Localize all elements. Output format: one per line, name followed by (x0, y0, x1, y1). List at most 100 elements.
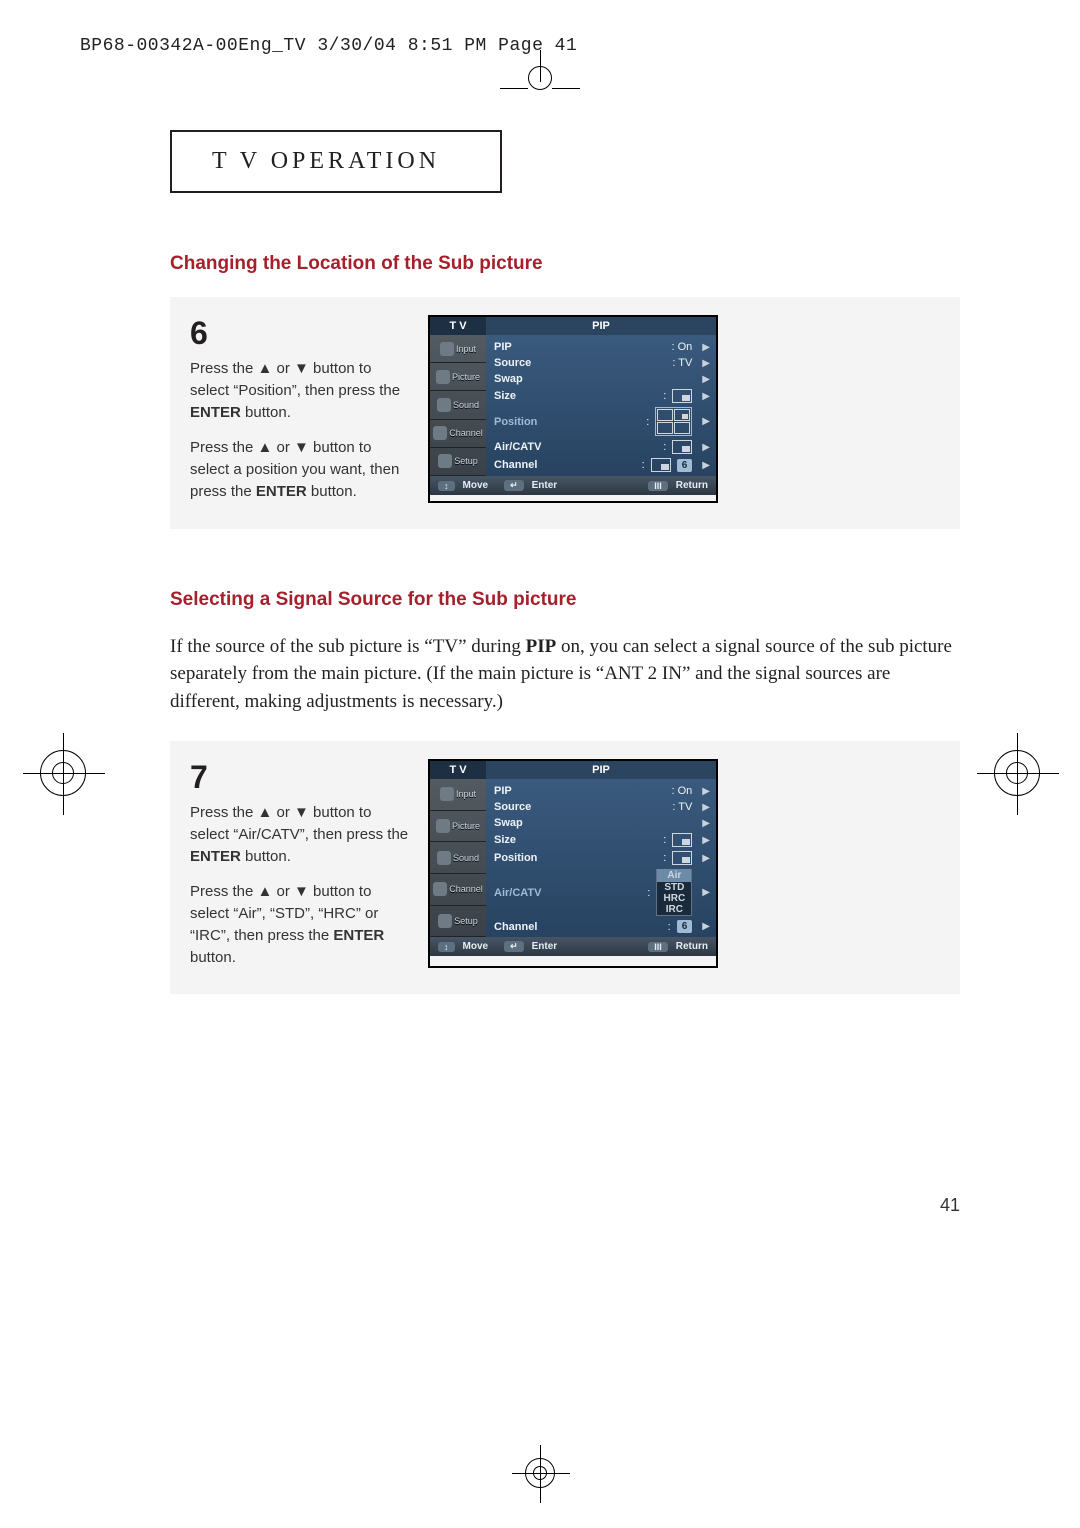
osd7-row-pip-val: : On (672, 785, 693, 797)
osd6-row-pip-val: : On (672, 341, 693, 353)
osd6-bottom-move: Move (463, 480, 489, 491)
osd7-tab-picture-label: Picture (452, 821, 480, 831)
step-7-p2b: ENTER (333, 927, 384, 944)
step-7-para-2: Press the ▲ or ▼ button to select “Air”,… (190, 881, 410, 968)
osd6-bottom-enter: Enter (532, 480, 558, 491)
osd6-row-channel: Channel (494, 459, 537, 471)
osd7-tab-sound-label: Sound (453, 853, 479, 863)
step-6-p2b: ENTER (256, 483, 307, 500)
step-7-p1b: ENTER (190, 848, 241, 865)
arrow-right-icon: ▶ (702, 887, 710, 898)
arrow-right-icon: ▶ (702, 460, 710, 471)
osd6-channel-num: 6 (677, 459, 693, 472)
osd6-tab-setup-label: Setup (454, 456, 478, 466)
aircatv-opt-irc: IRC (666, 904, 683, 915)
aircatv-opt-air: Air (657, 869, 691, 882)
osd7-row-swap: Swap (494, 817, 523, 829)
position-selector-icon (655, 407, 692, 436)
osd6-row-size: Size (494, 390, 516, 402)
step-6-p2c: button. (307, 483, 357, 500)
picture-icon (436, 819, 450, 833)
left-registration-mark (40, 750, 86, 796)
section-title-text-b: O (271, 148, 292, 174)
arrow-right-icon: ▶ (702, 835, 710, 846)
page-number: 41 (940, 1195, 960, 1216)
osd6-tab-input-label: Input (456, 344, 476, 354)
osd7-row-position: Position (494, 852, 537, 864)
input-icon (440, 787, 454, 801)
osd6-row-position: Position (494, 416, 537, 428)
enter-key-icon: ↵ (504, 941, 524, 952)
body2-b: PIP (526, 636, 557, 657)
size-pip-icon (672, 833, 692, 847)
heading-changing-location: Changing the Location of the Sub picture (170, 253, 960, 275)
arrow-right-icon: ▶ (702, 358, 710, 369)
step-7-para-1: Press the ▲ or ▼ button to select “Air/C… (190, 802, 410, 867)
return-key-icon: III (648, 942, 668, 952)
right-registration-mark (994, 750, 1040, 796)
osd6-row-source: Source (494, 357, 531, 369)
aircatv-opt-std: STD (664, 882, 684, 893)
osd7-tab-picture: Picture (430, 811, 486, 843)
arrow-right-icon: ▶ (702, 921, 710, 932)
arrow-right-icon: ▶ (702, 416, 710, 427)
osd7-tab-sound: Sound (430, 842, 486, 874)
aircatv-icon (672, 440, 692, 454)
channel-icon (433, 426, 447, 440)
sound-icon (437, 398, 451, 412)
arrow-right-icon: ▶ (702, 786, 710, 797)
arrow-right-icon: ▶ (702, 391, 710, 402)
osd7-row-channel: Channel (494, 921, 537, 933)
position-pip-icon (672, 851, 692, 865)
osd6-row-aircatv: Air/CATV (494, 441, 541, 453)
input-icon (440, 342, 454, 356)
setup-icon (438, 454, 452, 468)
step-6-p1c: button. (241, 404, 291, 421)
osd6-tab-picture-label: Picture (452, 372, 480, 382)
osd7-title-left: T V (430, 761, 486, 779)
osd7-row-source-val: : TV (672, 801, 692, 813)
channel-pip-icon (651, 458, 671, 472)
osd7-tab-channel: Channel (430, 874, 486, 906)
section-title-text-a: T V (212, 148, 271, 174)
body2-a: If the source of the sub picture is “TV”… (170, 636, 526, 657)
arrow-right-icon: ▶ (702, 802, 710, 813)
osd6-title-left: T V (430, 317, 486, 335)
channel-icon (433, 882, 447, 896)
step-7-block: 7 Press the ▲ or ▼ button to select “Air… (170, 741, 960, 994)
step-6-para-2: Press the ▲ or ▼ button to select a posi… (190, 437, 410, 502)
osd7-row-pip: PIP (494, 785, 512, 797)
osd6-tab-sound-label: Sound (453, 400, 479, 410)
step-6-para-1: Press the ▲ or ▼ button to select “Posit… (190, 358, 410, 423)
osd7-tab-channel-label: Channel (449, 884, 483, 894)
arrow-right-icon: ▶ (702, 853, 710, 864)
size-pip-icon (672, 389, 692, 403)
osd6-tab-sound: Sound (430, 391, 486, 419)
osd7-tab-setup: Setup (430, 906, 486, 938)
step-6-number: 6 (190, 315, 410, 352)
arrow-right-icon: ▶ (702, 374, 710, 385)
osd7-bottom-move: Move (463, 941, 489, 952)
osd6-bottom-return: Return (676, 480, 708, 491)
osd6-row-pip: PIP (494, 341, 512, 353)
arrow-right-icon: ▶ (702, 342, 710, 353)
section-title-text-c: PERATION (292, 148, 440, 174)
step-7-p2c: button. (190, 949, 236, 966)
osd-menu-step6: T V PIP Input Picture Sound Channel Setu… (428, 315, 718, 503)
enter-key-icon: ↵ (504, 480, 524, 491)
move-key-icon: ↕ (438, 481, 455, 491)
osd7-row-size: Size (494, 834, 516, 846)
step-6-p1a: Press the ▲ or ▼ button to select “Posit… (190, 360, 400, 399)
bottom-registration-mark (525, 1458, 555, 1488)
osd-menu-step7: T V PIP Input Picture Sound Channel Setu… (428, 759, 718, 968)
osd6-tab-channel-label: Channel (449, 428, 483, 438)
signal-source-paragraph: If the source of the sub picture is “TV”… (170, 633, 960, 716)
arrow-right-icon: ▶ (702, 818, 710, 829)
osd6-row-swap: Swap (494, 373, 523, 385)
osd7-row-aircatv: Air/CATV (494, 887, 541, 899)
osd6-tab-setup: Setup (430, 448, 486, 476)
step-6-block: 6 Press the ▲ or ▼ button to select “Pos… (170, 297, 960, 529)
picture-icon (436, 370, 450, 384)
step-6-p1b: ENTER (190, 404, 241, 421)
move-key-icon: ↕ (438, 942, 455, 952)
